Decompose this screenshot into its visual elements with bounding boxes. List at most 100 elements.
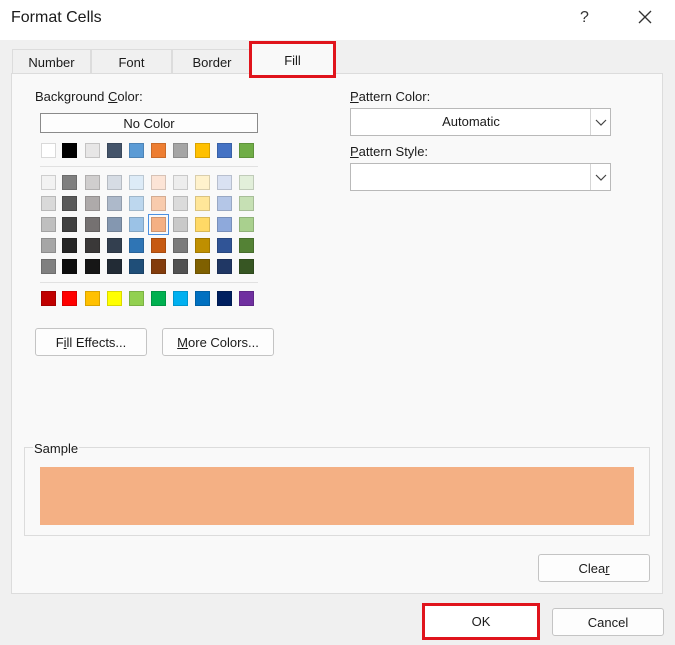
color-swatch-standard[interactable] (107, 291, 122, 306)
color-swatch-tint[interactable] (151, 175, 166, 190)
fill-effects-button[interactable]: Fill Effects... (35, 328, 147, 356)
color-swatch-tint[interactable] (62, 238, 77, 253)
color-swatch-tint[interactable] (173, 238, 188, 253)
color-swatch-theme[interactable] (107, 143, 122, 158)
ok-button[interactable]: OK (422, 603, 540, 640)
color-swatch-tint[interactable] (151, 196, 166, 211)
color-swatch-tint[interactable] (195, 175, 210, 190)
pattern-style-label: Pattern Style: (350, 144, 429, 159)
color-swatch-theme[interactable] (62, 143, 77, 158)
color-swatch-tint[interactable] (129, 238, 144, 253)
color-swatch-tint[interactable] (239, 238, 254, 253)
color-swatch-tint[interactable] (85, 175, 100, 190)
color-swatch-tint[interactable] (107, 217, 122, 232)
color-swatch-tint[interactable] (41, 238, 56, 253)
color-swatch-tint[interactable] (195, 196, 210, 211)
help-button[interactable]: ? (580, 9, 589, 27)
color-swatch-standard[interactable] (62, 291, 77, 306)
palette-separator (40, 282, 258, 283)
color-swatch-tint[interactable] (173, 196, 188, 211)
color-swatch-tint[interactable] (217, 238, 232, 253)
color-swatch-theme[interactable] (129, 143, 144, 158)
color-swatch-theme[interactable] (173, 143, 188, 158)
chevron-down-icon (595, 174, 607, 181)
color-swatch-theme[interactable] (195, 143, 210, 158)
color-swatch-tint[interactable] (41, 175, 56, 190)
pattern-color-dropdown[interactable]: Automatic (350, 108, 611, 136)
dialog-title: Format Cells (11, 9, 102, 26)
color-swatch-tint[interactable] (85, 259, 100, 274)
color-swatch-tint[interactable] (41, 196, 56, 211)
color-swatch-tint[interactable] (239, 259, 254, 274)
color-swatch-tint[interactable] (195, 217, 210, 232)
color-swatch-theme[interactable] (239, 143, 254, 158)
color-swatch-tint[interactable] (217, 259, 232, 274)
color-swatch-standard[interactable] (239, 291, 254, 306)
tab-border[interactable]: Border (172, 49, 252, 73)
close-button[interactable] (634, 6, 656, 28)
color-swatch-tint[interactable] (41, 217, 56, 232)
color-swatch-tint[interactable] (129, 196, 144, 211)
color-swatch-tint[interactable] (217, 196, 232, 211)
color-swatch-tint[interactable] (195, 259, 210, 274)
color-swatch-theme[interactable] (85, 143, 100, 158)
color-swatch-tint[interactable] (107, 175, 122, 190)
color-swatch-tint[interactable] (107, 259, 122, 274)
no-color-button[interactable]: No Color (40, 113, 258, 133)
color-swatch-tint[interactable] (148, 214, 169, 235)
cancel-button[interactable]: Cancel (552, 608, 664, 636)
color-swatch-tint[interactable] (239, 175, 254, 190)
color-swatch-tint[interactable] (62, 175, 77, 190)
tab-font[interactable]: Font (91, 49, 172, 73)
pattern-style-dropdown-arrow[interactable] (590, 164, 610, 190)
color-swatch-standard[interactable] (129, 291, 144, 306)
pattern-color-value: Automatic (442, 114, 500, 129)
color-swatch-tint[interactable] (62, 217, 77, 232)
pattern-style-value (351, 164, 591, 190)
color-swatch-theme[interactable] (41, 143, 56, 158)
tab-fill[interactable]: Fill (249, 41, 336, 78)
color-swatch-tint[interactable] (217, 217, 232, 232)
color-swatch-tint[interactable] (129, 259, 144, 274)
color-swatch-tint[interactable] (239, 217, 254, 232)
color-swatch-standard[interactable] (217, 291, 232, 306)
sample-label: Sample (33, 441, 80, 456)
close-icon (638, 10, 652, 24)
palette-separator (40, 166, 258, 167)
color-swatch-tint[interactable] (151, 238, 166, 253)
color-swatch-tint[interactable] (151, 259, 166, 274)
color-swatch-tint[interactable] (107, 196, 122, 211)
pattern-style-dropdown[interactable] (350, 163, 611, 191)
color-swatch-tint[interactable] (62, 259, 77, 274)
pattern-color-label: Pattern Color: (350, 89, 431, 104)
color-swatch-tint[interactable] (129, 217, 144, 232)
chevron-down-icon (595, 119, 607, 126)
color-swatch-theme[interactable] (151, 143, 166, 158)
color-swatch-standard[interactable] (173, 291, 188, 306)
color-swatch-tint[interactable] (62, 196, 77, 211)
pattern-color-dropdown-arrow[interactable] (590, 109, 610, 135)
color-swatch-tint[interactable] (217, 175, 232, 190)
color-swatch-tint[interactable] (85, 196, 100, 211)
color-swatch-theme[interactable] (217, 143, 232, 158)
background-color-label: Background Color: (35, 89, 143, 104)
color-swatch-tint[interactable] (173, 217, 188, 232)
color-swatch-tint[interactable] (85, 238, 100, 253)
color-swatch-tint[interactable] (173, 259, 188, 274)
tab-number[interactable]: Number (12, 49, 91, 73)
color-swatch-tint[interactable] (129, 175, 144, 190)
color-swatch-standard[interactable] (195, 291, 210, 306)
sample-preview (40, 467, 634, 525)
color-swatch-tint[interactable] (85, 217, 100, 232)
color-swatch-tint[interactable] (195, 238, 210, 253)
color-swatch-tint[interactable] (107, 238, 122, 253)
color-swatch-standard[interactable] (151, 291, 166, 306)
color-swatch-tint[interactable] (239, 196, 254, 211)
color-swatch-standard[interactable] (41, 291, 56, 306)
color-swatch-tint[interactable] (173, 175, 188, 190)
more-colors-button[interactable]: More Colors... (162, 328, 274, 356)
color-swatch-tint[interactable] (41, 259, 56, 274)
color-swatch-standard[interactable] (85, 291, 100, 306)
clear-button[interactable]: Clear (538, 554, 650, 582)
ok-button-label: OK (471, 614, 491, 629)
